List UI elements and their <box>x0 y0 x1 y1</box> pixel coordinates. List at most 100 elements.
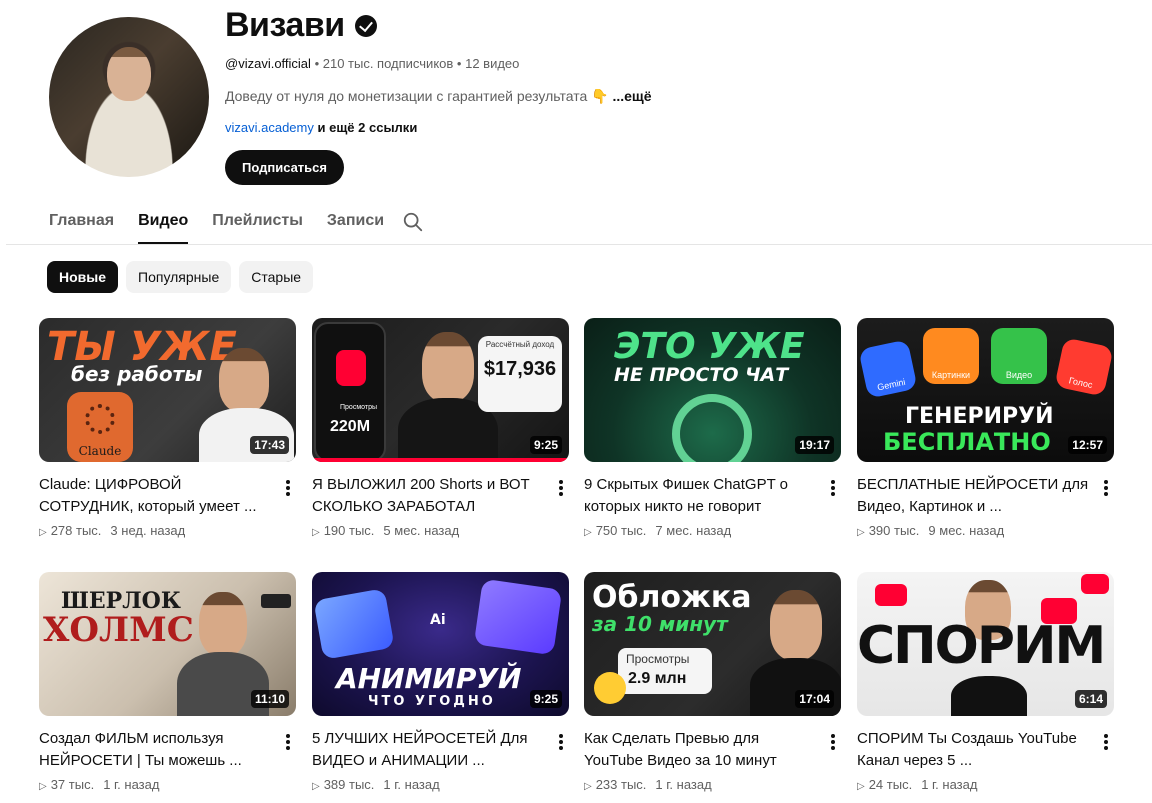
more-vertical-icon[interactable] <box>1098 732 1114 752</box>
view-count: 750 тыс. <box>595 523 647 538</box>
video-title[interactable]: Как Сделать Превью для YouTube Видео за … <box>584 728 816 772</box>
voice-app-icon: Голос <box>1054 337 1114 397</box>
video-title[interactable]: 9 Скрытых Фишек ChatGPT о которых никто … <box>584 474 816 518</box>
video-title[interactable]: Создал ФИЛЬМ используя НЕЙРОСЕТИ | Ты мо… <box>39 728 271 772</box>
more-vertical-icon[interactable] <box>280 732 296 752</box>
video-title[interactable]: 5 ЛУЧШИХ НЕЙРОСЕТЕЙ Для ВИДЕО и АНИМАЦИИ… <box>312 728 544 772</box>
thumbnail-headline: ЭТО УЖЕ <box>614 326 805 367</box>
video-thumbnail[interactable]: Ai АНИМИРУЙ ЧТО УГОДНО 9:25 <box>312 572 569 716</box>
play-triangle-icon: ▷ <box>39 781 47 792</box>
video-card[interactable]: Ai АНИМИРУЙ ЧТО УГОДНО 9:25 5 ЛУЧШИХ НЕЙ… <box>312 572 569 792</box>
revenue-card: Рассчётный доход $17,936 <box>478 336 562 412</box>
tab-posts[interactable]: Записи <box>327 200 384 244</box>
more-vertical-icon[interactable] <box>553 478 569 498</box>
video-title[interactable]: Я ВЫЛОЖИЛ 200 Shorts и ВОТ СКОЛЬКО ЗАРАБ… <box>312 474 544 518</box>
upload-age: 9 мес. назад <box>928 523 1005 538</box>
tab-playlists[interactable]: Плейлисты <box>212 200 303 244</box>
verified-badge-icon <box>354 14 377 37</box>
view-count: 233 тыс. <box>595 777 647 792</box>
channel-handle: @vizavi.official <box>225 56 311 71</box>
play-triangle-icon: ▷ <box>857 781 865 792</box>
upload-age: 1 г. назад <box>383 777 440 792</box>
thumbnail-headline: Обложка <box>592 580 752 615</box>
channel-links: vizavi.academy и ещё 2 ссылки <box>225 120 417 135</box>
video-stats: ▷ 190 тыс. 5 мес. назад <box>312 523 459 538</box>
shorts-logo-icon <box>336 350 366 386</box>
description-more-link[interactable]: ...ещё <box>612 88 651 104</box>
view-count: 37 тыс. <box>50 777 95 792</box>
video-card[interactable]: ЭТО УЖЕ НЕ ПРОСТО ЧАТ 19:17 9 Скрытых Фи… <box>584 318 841 538</box>
video-thumbnail[interactable]: ЭТО УЖЕ НЕ ПРОСТО ЧАТ 19:17 <box>584 318 841 462</box>
gemini-app-icon: Gemini <box>858 339 918 399</box>
channel-meta: @vizavi.official • 210 тыс. подписчиков … <box>225 56 520 71</box>
tab-home[interactable]: Главная <box>49 200 114 244</box>
sort-chips: Новые Популярные Старые <box>47 261 314 293</box>
thumbnail-subtitle: ЧТО УГОДНО <box>368 694 496 709</box>
revenue-label: Рассчётный доход <box>485 340 555 349</box>
video-thumbnail[interactable]: ТЫ УЖЕ без работы Claude 17:43 <box>39 318 296 462</box>
chip-newest[interactable]: Новые <box>47 261 119 293</box>
video-duration: 11:10 <box>250 690 289 708</box>
chip-popular[interactable]: Популярные <box>126 261 232 293</box>
video-card[interactable]: СПОРИМ 6:14 СПОРИМ Ты Создашь YouTube Ка… <box>857 572 1114 792</box>
video-thumbnail[interactable]: СПОРИМ 6:14 <box>857 572 1114 716</box>
thumbnail-headline: АНИМИРУЙ <box>336 662 522 695</box>
tab-videos[interactable]: Видео <box>138 200 189 244</box>
video-card[interactable]: Просмотры 220M Рассчётный доход $17,936 … <box>312 318 569 538</box>
more-vertical-icon[interactable] <box>280 478 296 498</box>
video-thumbnail[interactable]: Gemini Картинки Видео Голос ГЕНЕРИРУЙ БЕ… <box>857 318 1114 462</box>
video-title[interactable]: БЕСПЛАТНЫЕ НЕЙРОСЕТИ для Видео, Картинок… <box>857 474 1089 518</box>
watch-progress-bar <box>312 458 569 462</box>
video-thumbnail[interactable]: Обложка за 10 минут Просмотры 2.9 млн 17… <box>584 572 841 716</box>
upload-age: 3 нед. назад <box>110 523 186 538</box>
description-text: Доведу от нуля до монетизации с гарантие… <box>225 88 609 104</box>
more-vertical-icon[interactable] <box>1098 478 1114 498</box>
video-duration: 6:14 <box>1074 690 1107 708</box>
channel-link[interactable]: vizavi.academy <box>225 120 314 135</box>
video-app-icon: Видео <box>991 328 1047 384</box>
channel-avatar[interactable] <box>49 17 209 177</box>
thumbnail-subtitle: без работы <box>71 362 203 386</box>
play-triangle-icon: ▷ <box>857 527 865 538</box>
search-icon[interactable] <box>402 211 424 233</box>
video-thumbnail[interactable]: Просмотры 220M Рассчётный доход $17,936 … <box>312 318 569 462</box>
video-duration: 9:25 <box>529 690 562 708</box>
video-card[interactable]: ТЫ УЖЕ без работы Claude 17:43 Claude: Ц… <box>39 318 296 538</box>
video-title[interactable]: СПОРИМ Ты Создашь YouTube Канал через 5 … <box>857 728 1089 772</box>
video-title[interactable]: Claude: ЦИФРОВОЙ СОТРУДНИК, который умее… <box>39 474 271 518</box>
play-triangle-icon: ▷ <box>584 527 592 538</box>
video-thumbnail[interactable]: ШЕРЛОК ХОЛМС 11:10 <box>39 572 296 716</box>
person-face <box>770 590 822 660</box>
openai-logo-icon <box>672 394 752 462</box>
video-duration: 17:43 <box>250 436 289 454</box>
chip-oldest[interactable]: Старые <box>239 261 314 293</box>
views-label: Просмотры <box>340 404 377 411</box>
view-count: 278 тыс. <box>50 523 102 538</box>
image-app-icon: Картинки <box>923 328 979 384</box>
more-links-button[interactable]: и ещё 2 ссылки <box>318 120 418 135</box>
thumbnail-subtitle: ХОЛМС <box>43 610 194 650</box>
revenue-value: $17,936 <box>483 358 557 380</box>
video-stats: ▷ 233 тыс. 1 г. назад <box>584 777 712 792</box>
person-face <box>422 332 474 402</box>
video-duration: 9:25 <box>529 436 562 454</box>
video-card[interactable]: Обложка за 10 минут Просмотры 2.9 млн 17… <box>584 572 841 792</box>
view-count: 190 тыс. <box>323 523 375 538</box>
video-stats: ▷ 389 тыс. 1 г. назад <box>312 777 440 792</box>
more-vertical-icon[interactable] <box>825 478 841 498</box>
video-card[interactable]: ШЕРЛОК ХОЛМС 11:10 Создал ФИЛЬМ использу… <box>39 572 296 792</box>
more-vertical-icon[interactable] <box>553 732 569 752</box>
more-vertical-icon[interactable] <box>825 732 841 752</box>
hat-icon <box>261 594 291 608</box>
video-stats: ▷ 390 тыс. 9 мес. назад <box>857 523 1004 538</box>
thumbnail-headline: ГЕНЕРИРУЙ <box>905 404 1054 429</box>
video-duration: 19:17 <box>795 436 834 454</box>
upload-age: 7 мес. назад <box>655 523 732 538</box>
ai-label: Ai <box>430 612 446 628</box>
views-card: Просмотры 2.9 млн <box>618 648 712 694</box>
channel-description[interactable]: Доведу от нуля до монетизации с гарантие… <box>225 88 652 105</box>
subscribe-button[interactable]: Подписаться <box>225 150 344 185</box>
video-clapper-icon <box>473 578 563 656</box>
video-card[interactable]: Gemini Картинки Видео Голос ГЕНЕРИРУЙ БЕ… <box>857 318 1114 538</box>
views-value: 2.9 млн <box>628 670 687 687</box>
